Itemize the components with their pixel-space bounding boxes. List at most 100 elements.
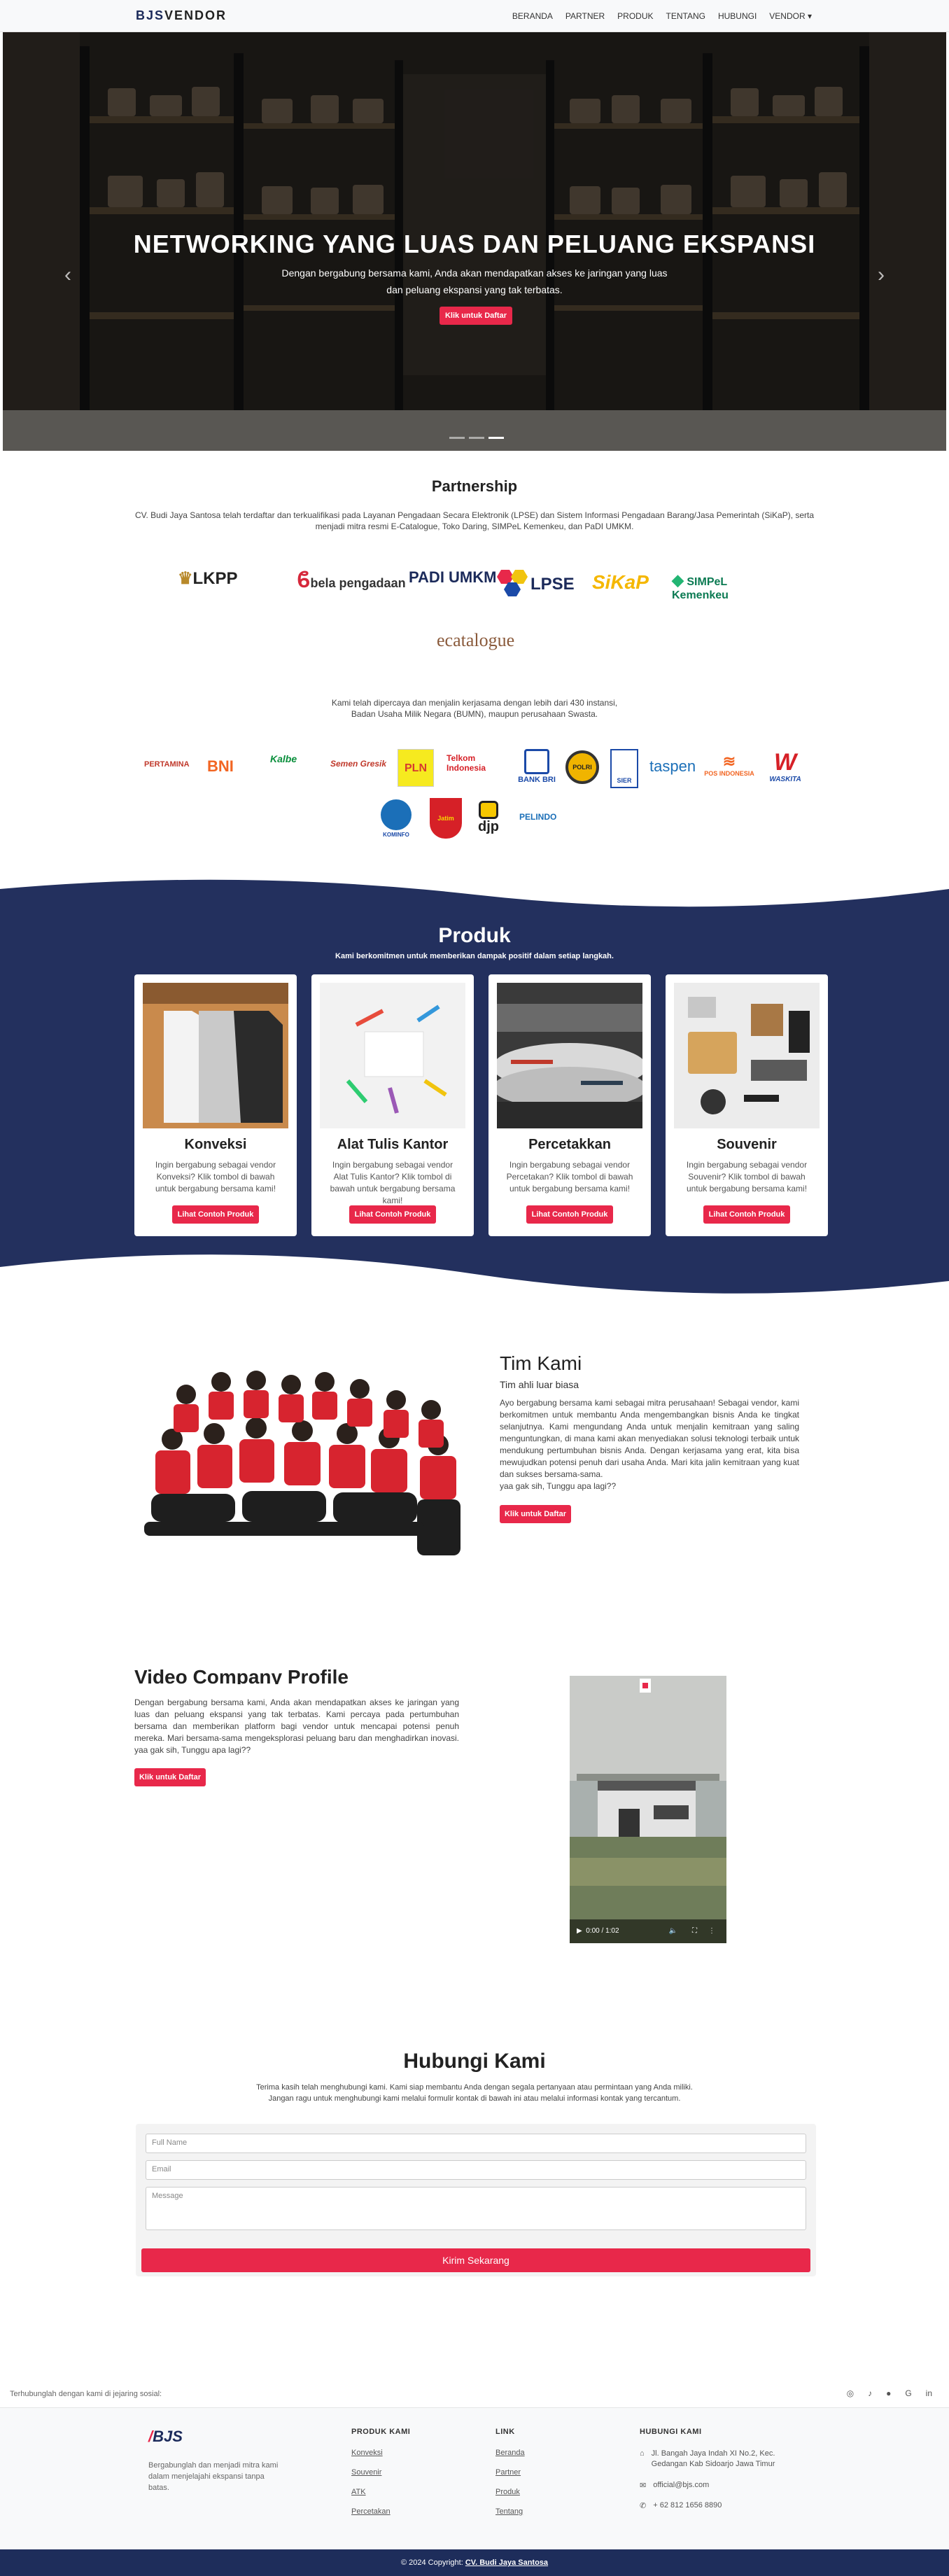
fullscreen-icon[interactable]: ⛶	[692, 1919, 697, 1943]
carousel-prev-icon[interactable]: ‹	[64, 263, 71, 287]
lkpp-logo: ♛LKPP	[178, 569, 238, 588]
nav-menu: BERANDA PARTNER PRODUK TENTANG HUBUNGI V…	[512, 0, 812, 32]
pelindo-logo: PELINDO	[519, 812, 557, 822]
bni-logo: BNI	[207, 757, 234, 775]
social-bar: Terhubunglah dengan kami di jejaring sos…	[0, 2380, 949, 2408]
sikap-logo: SiKaP	[592, 571, 649, 593]
lihat-contoh-button[interactable]: Lihat Contoh Produk	[172, 1205, 259, 1224]
nav-vendor-dropdown[interactable]: VENDOR ▾	[769, 11, 812, 21]
padi-umkm-logo: PADI UMKM	[409, 568, 497, 586]
footer-produk-title: PRODUK KAMI	[351, 2428, 411, 2436]
carousel-next-icon[interactable]: ›	[878, 263, 885, 287]
produk-name: Souvenir	[717, 1137, 777, 1152]
pln-logo: PLN	[398, 749, 434, 787]
lihat-contoh-button[interactable]: Lihat Contoh Produk	[703, 1205, 790, 1224]
company-link[interactable]: CV. Budi Jaya Santosa	[465, 2558, 548, 2567]
social-text: Terhubunglah dengan kami di jejaring sos…	[10, 2390, 162, 2398]
pertamina-logo: PERTAMINA	[144, 760, 190, 769]
contact-title: Hubungi Kami	[403, 2050, 546, 2073]
email-input[interactable]: Email	[146, 2160, 806, 2180]
nav-partner[interactable]: PARTNER	[565, 11, 605, 21]
message-textarea[interactable]: Message	[146, 2187, 806, 2230]
produk-subtitle: Kami berkomitmen untuk memberikan dampak…	[335, 952, 614, 960]
produk-card-konveksi: Konveksi Ingin bergabung sebagai vendor …	[134, 974, 297, 1236]
nav-hubungi[interactable]: HUBUNGI	[718, 11, 757, 21]
partnership-description: CV. Budi Jaya Santosa telah terdaftar da…	[134, 510, 815, 531]
nav-beranda[interactable]: BERANDA	[512, 11, 553, 21]
submit-button[interactable]: Kirim Sekarang	[141, 2248, 810, 2272]
tim-ask: yaa gak sih, Tunggu apa lagi??	[500, 1481, 617, 1491]
footer-link-partner[interactable]: Partner	[495, 2468, 525, 2477]
carousel-indicators	[449, 437, 504, 439]
footer-link-tentang[interactable]: Tentang	[495, 2507, 525, 2516]
souvenir-image	[674, 983, 820, 1128]
video-register-button[interactable]: Klik untuk Daftar	[134, 1768, 206, 1786]
tiktok-icon[interactable]: ♪	[868, 2388, 872, 2398]
footer-tagline: Bergabunglah dan menjadi mitra kami dala…	[148, 2461, 279, 2492]
footer: /BJS Bergabunglah dan menjadi mitra kami…	[0, 2408, 949, 2549]
carousel-dot[interactable]	[449, 437, 465, 439]
partnership-title: Partnership	[431, 477, 518, 495]
produk-name: Percetakkan	[528, 1137, 611, 1152]
play-icon[interactable]: ▶	[577, 1927, 582, 1935]
waskita-logo: W WASKITA	[769, 749, 801, 783]
tim-register-button[interactable]: Klik untuk Daftar	[500, 1505, 571, 1523]
linkedin-icon[interactable]: in	[926, 2388, 932, 2398]
tim-title: Tim Kami	[500, 1352, 582, 1374]
footer-link-beranda[interactable]: Beranda	[495, 2449, 525, 2457]
footer-about: /BJS Bergabunglah dan menjadi mitra kami…	[148, 2428, 281, 2493]
company-profile-video[interactable]: ▶ 0:00 / 1:02 🔈 ⛶ ⋮	[570, 1676, 726, 1943]
footer-email: official@bjs.com	[653, 2481, 710, 2489]
tim-body: Ayo bergabung bersama kami sebagai mitra…	[500, 1397, 799, 1492]
nav-produk[interactable]: PRODUK	[617, 11, 653, 21]
footer-link-souvenir[interactable]: Souvenir	[351, 2468, 410, 2477]
contact-desc-1: Terima kasih telah menghubungi kami. Kam…	[256, 2083, 693, 2092]
jatim-logo: Jatim	[430, 798, 462, 839]
carousel-dot[interactable]	[469, 437, 484, 439]
mail-icon: ✉	[640, 2482, 647, 2490]
lihat-contoh-button[interactable]: Lihat Contoh Produk	[349, 1205, 436, 1224]
phone-icon: ✆	[640, 2502, 647, 2510]
footer-link-percetakan[interactable]: Percetakan	[351, 2507, 410, 2516]
contact-form: Full Name Email Message Kirim Sekarang	[136, 2124, 816, 2276]
produk-title: Produk	[438, 924, 511, 947]
hero-title: NETWORKING YANG LUAS DAN PELUANG EKSPANS…	[133, 230, 816, 258]
produk-desc: Ingin bergabung sebagai vendor Konveksi?…	[155, 1160, 276, 1194]
footer-link-atk[interactable]: ATK	[351, 2488, 410, 2496]
footer-link-konveksi[interactable]: Konveksi	[351, 2449, 410, 2457]
google-icon[interactable]: G	[905, 2388, 911, 2398]
volume-icon[interactable]: 🔈	[669, 1919, 677, 1943]
instagram-icon[interactable]: ◎	[847, 2388, 854, 2398]
contact-desc-2: Jangan ragu untuk menghubungi kami melal…	[268, 2094, 681, 2103]
hero-register-button[interactable]: Klik untuk Daftar	[440, 307, 512, 325]
footer-phone: + 62 812 1656 8890	[653, 2501, 722, 2510]
footer-link-produk[interactable]: Produk	[495, 2488, 525, 2496]
lihat-contoh-button[interactable]: Lihat Contoh Produk	[526, 1205, 613, 1224]
footer-link-col: LINK Beranda Partner Produk Tentang	[495, 2428, 525, 2527]
percetakkan-image	[497, 983, 642, 1128]
lpse-logo: LPSE	[494, 566, 578, 603]
semen-gresik-logo: Semen Gresik	[330, 759, 387, 769]
footer-produk: PRODUK KAMI Konveksi Souvenir ATK Percet…	[351, 2428, 410, 2527]
produk-name: Alat Tulis Kantor	[337, 1137, 449, 1152]
svg-text:LPSE: LPSE	[530, 575, 575, 594]
more-icon[interactable]: ⋮	[708, 1919, 715, 1943]
team-photo	[137, 1361, 469, 1561]
copyright-bar: © 2024 Copyright: CV. Budi Jaya Santosa	[0, 2549, 949, 2576]
nav-tentang[interactable]: TENTANG	[666, 11, 705, 21]
carousel-dot-active[interactable]	[488, 437, 504, 439]
ecatalogue-logo: ecatalogue	[437, 630, 515, 650]
github-icon[interactable]: ●	[886, 2388, 891, 2398]
full-name-input[interactable]: Full Name	[146, 2134, 806, 2153]
produk-card-souvenir: Souvenir Ingin bergabung sebagai vendor …	[666, 974, 828, 1236]
home-icon: ⌂	[640, 2449, 645, 2458]
brand-logo[interactable]: BJSVENDOR	[136, 8, 227, 23]
hero-carousel: NETWORKING YANG LUAS DAN PELUANG EKSPANS…	[3, 32, 946, 451]
tim-text: Ayo bergabung bersama kami sebagai mitra…	[500, 1398, 799, 1479]
produk-desc: Ingin bergabung sebagai vendor Percetaka…	[506, 1160, 633, 1194]
video-controls: ▶ 0:00 / 1:02 🔈 ⛶ ⋮	[570, 1919, 726, 1943]
pos-indonesia-logo: ≋ POS INDONESIA	[704, 752, 754, 778]
produk-card-list: Konveksi Ingin bergabung sebagai vendor …	[134, 974, 828, 1236]
video-title: Video Company Profile	[134, 1666, 349, 1684]
djp-logo: djp	[476, 801, 501, 835]
